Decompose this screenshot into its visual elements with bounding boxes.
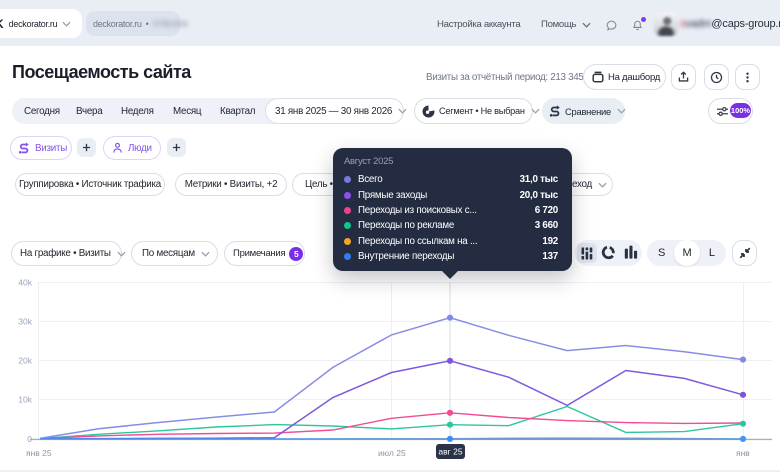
svg-text:0: 0 [27,434,32,444]
svg-text:июл 25: июл 25 [378,448,406,458]
svg-text:авг 25: авг 25 [438,447,462,457]
svg-text:янв: янв [736,448,750,458]
svg-text:10k: 10k [18,395,32,405]
svg-text:30k: 30k [18,317,32,327]
svg-text:40k: 40k [18,278,32,288]
svg-text:20k: 20k [18,356,32,366]
svg-text:янв 25: янв 25 [26,448,52,458]
